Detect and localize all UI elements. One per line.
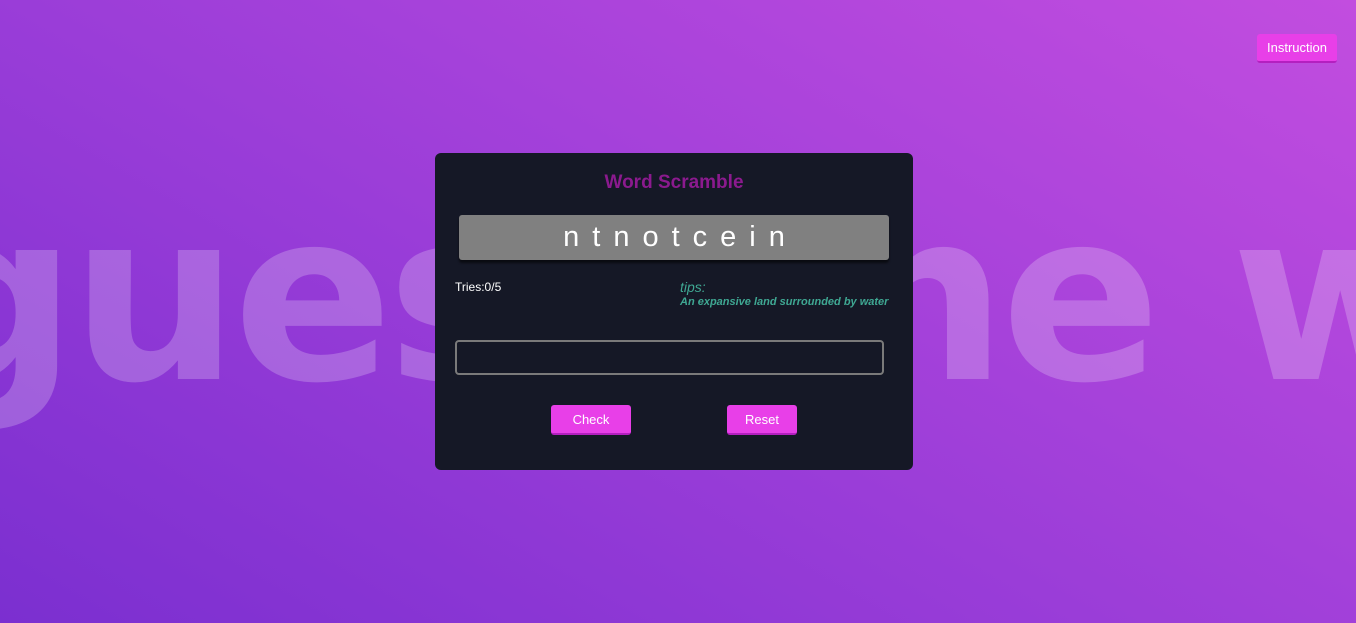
tips-label: tips: — [680, 279, 706, 295]
scrambled-word: ntnotcein — [563, 221, 798, 253]
reset-button[interactable]: Reset — [727, 405, 797, 435]
tip-hint-text: An expansive land surrounded by water — [680, 296, 889, 308]
tries-counter: Tries:0/5 — [455, 280, 502, 294]
scrambled-word-box: ntnotcein — [459, 215, 889, 260]
check-button[interactable]: Check — [551, 405, 631, 435]
game-title: Word Scramble — [604, 172, 744, 193]
guess-input[interactable] — [455, 340, 884, 375]
game-card: Word Scramble ntnotcein Tries:0/5 tips: … — [435, 153, 913, 470]
instruction-button[interactable]: Instruction — [1257, 34, 1337, 63]
